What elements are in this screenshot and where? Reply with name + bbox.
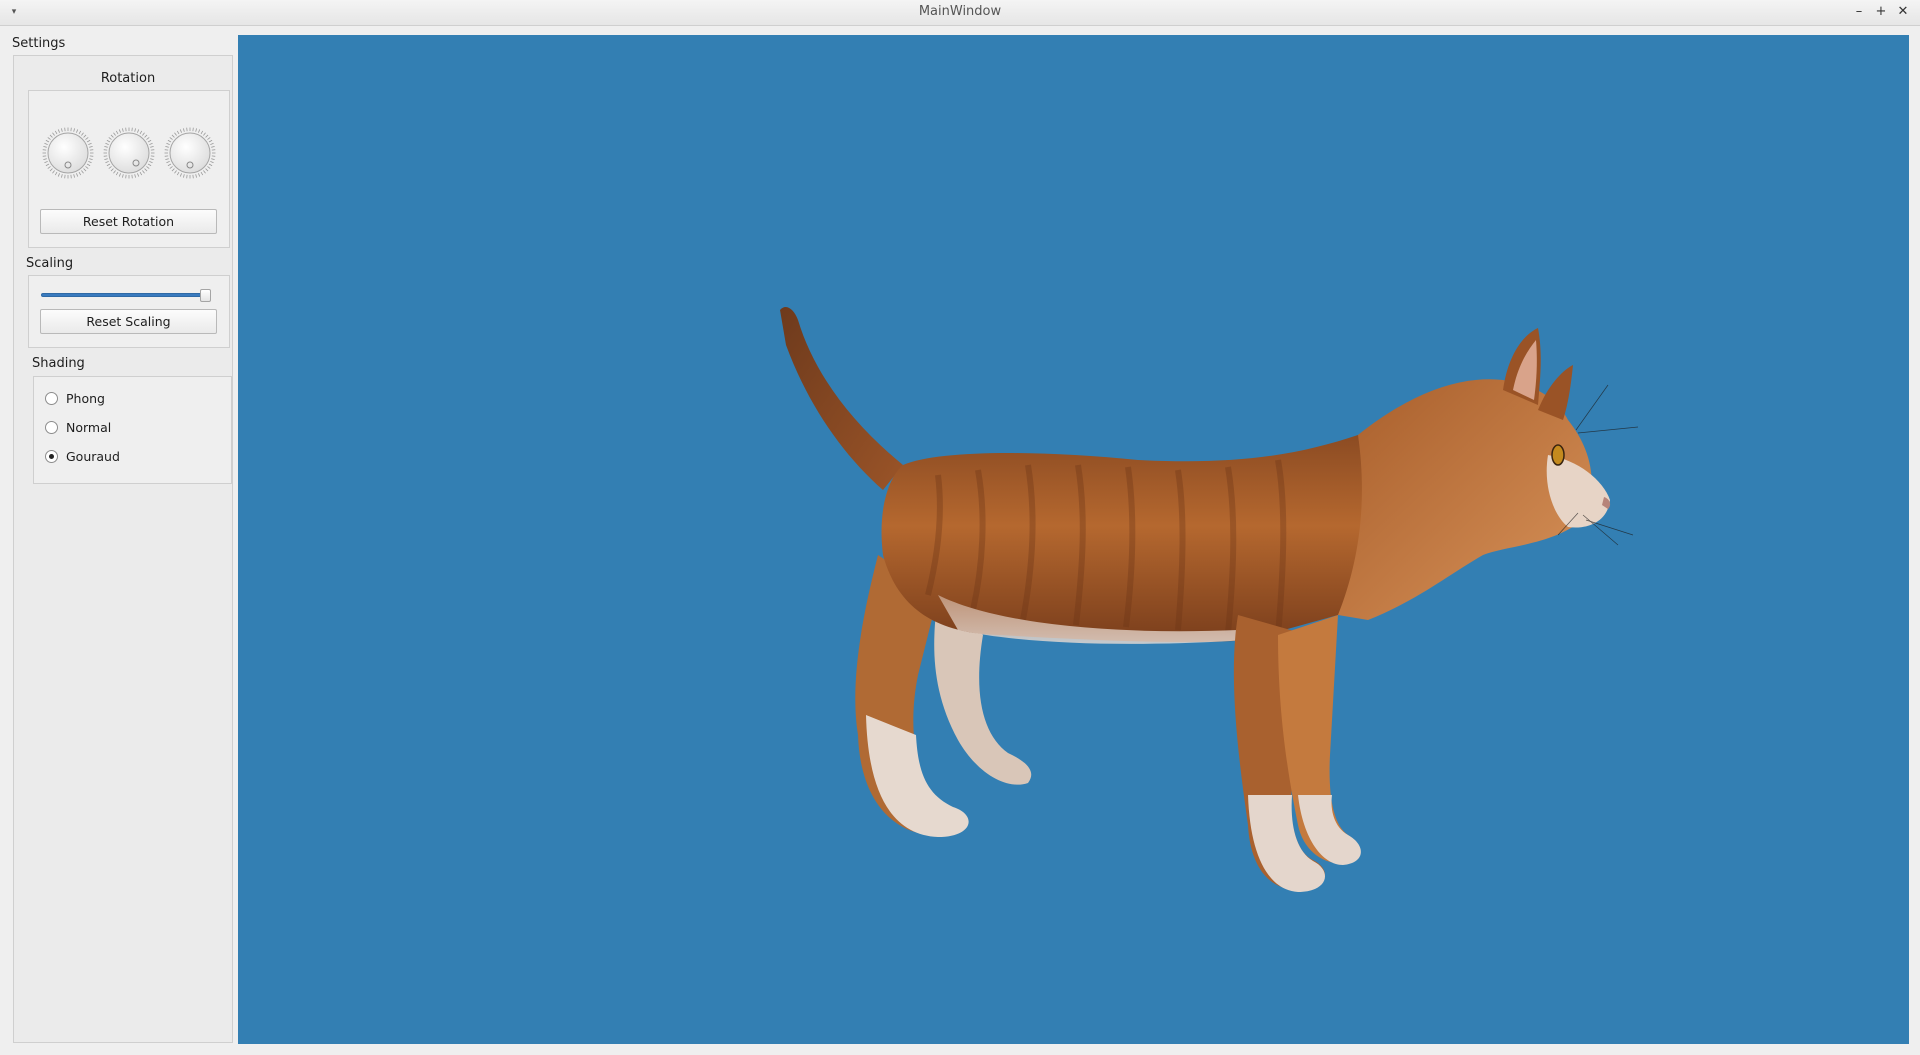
radio-button[interactable]	[45, 450, 58, 463]
window-title: MainWindow	[918, 4, 1002, 19]
radio-label: Gouraud	[66, 449, 120, 464]
rotation-dial-y[interactable]	[102, 126, 156, 180]
minimize-icon[interactable]: –	[1850, 3, 1868, 21]
cat-model	[780, 306, 1639, 892]
settings-label: Settings	[12, 36, 66, 51]
maximize-icon[interactable]: +	[1872, 3, 1890, 21]
radio-label: Phong	[66, 391, 105, 406]
scaling-slider-handle[interactable]	[200, 289, 211, 302]
shading-group	[33, 376, 232, 484]
radio-button[interactable]	[45, 421, 58, 434]
radio-button[interactable]	[45, 392, 58, 405]
rotation-dial-x[interactable]	[41, 126, 95, 180]
rotation-dial-z[interactable]	[163, 126, 217, 180]
gl-viewport[interactable]	[238, 35, 1909, 1044]
title-bar: ▾ MainWindow – + ✕	[0, 0, 1920, 26]
rotation-title: Rotation	[100, 71, 156, 86]
reset-scaling-button[interactable]: Reset Scaling	[40, 309, 217, 334]
close-icon[interactable]: ✕	[1894, 3, 1912, 21]
scaling-slider-track[interactable]	[41, 293, 211, 297]
shading-title: Shading	[32, 356, 85, 371]
reset-rotation-button[interactable]: Reset Rotation	[40, 209, 217, 234]
scaling-title: Scaling	[26, 256, 74, 271]
radio-label: Normal	[66, 420, 112, 435]
